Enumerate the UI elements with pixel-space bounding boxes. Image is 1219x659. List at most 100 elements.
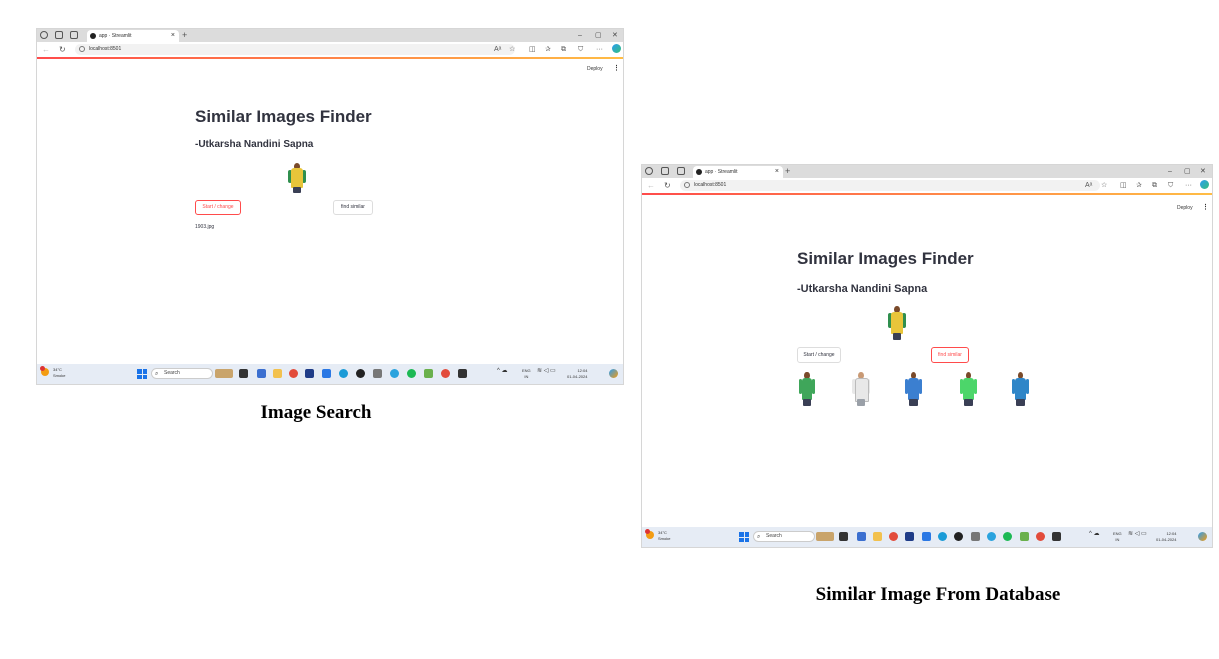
- extensions-icon[interactable]: ⛉: [578, 45, 583, 55]
- taskbar-app-icon[interactable]: [971, 532, 980, 541]
- tray-icons[interactable]: ^ ☁: [1089, 531, 1099, 537]
- windows-start-icon[interactable]: [739, 532, 749, 542]
- start-change-button[interactable]: Start / change: [195, 200, 241, 215]
- window-close-icon[interactable]: ✕: [1200, 165, 1206, 178]
- find-similar-button[interactable]: find similar: [931, 347, 969, 363]
- taskbar-search[interactable]: ⌕ Search: [151, 368, 213, 379]
- file-explorer-icon[interactable]: [873, 532, 882, 541]
- notification-icon[interactable]: [1198, 532, 1207, 541]
- spotify-icon[interactable]: [407, 369, 416, 378]
- taskbar-app-icon[interactable]: [356, 369, 365, 378]
- favorites-icon[interactable]: ✰: [545, 45, 551, 55]
- maximize-icon[interactable]: ▢: [1184, 165, 1191, 178]
- minimize-icon[interactable]: –: [578, 29, 582, 42]
- file-explorer-icon[interactable]: [273, 369, 282, 378]
- taskbar-app-icon[interactable]: [954, 532, 963, 541]
- tray-icons[interactable]: ^ ☁: [497, 368, 507, 374]
- taskbar-app-icon[interactable]: [257, 369, 266, 378]
- collections-icon[interactable]: ⧉: [1152, 181, 1157, 191]
- deploy-button[interactable]: Deploy: [1177, 205, 1193, 211]
- weather-icon[interactable]: [40, 366, 49, 376]
- more-icon[interactable]: ···: [596, 45, 603, 55]
- minimize-icon[interactable]: –: [1168, 165, 1172, 178]
- clock[interactable]: 12:04 01-04-2024: [1156, 531, 1176, 543]
- find-similar-button[interactable]: find similar: [333, 200, 373, 215]
- clock[interactable]: 12:04 01-04-2024: [567, 368, 587, 380]
- copilot-icon[interactable]: [1200, 180, 1209, 189]
- start-change-button[interactable]: Start / change: [797, 347, 841, 363]
- site-info-icon[interactable]: [684, 182, 690, 188]
- taskbar-search[interactable]: ⌕ Search: [753, 531, 815, 542]
- taskbar-app-icon[interactable]: [922, 532, 931, 541]
- main-menu-icon[interactable]: ⋮: [613, 64, 620, 72]
- taskbar-app-icon[interactable]: [816, 532, 834, 541]
- page-title: Similar Images Finder: [797, 249, 974, 268]
- wifi-volume-battery-icon[interactable]: ≋ ◁ ▭: [1128, 531, 1147, 537]
- taskbar-app-icon[interactable]: [905, 532, 914, 541]
- favorites-icon[interactable]: ✰: [1136, 181, 1142, 191]
- taskbar-app-icon[interactable]: [1020, 532, 1029, 541]
- language-indicator[interactable]: ENG IN: [1113, 531, 1122, 543]
- wifi-volume-battery-icon[interactable]: ≋ ◁ ▭: [537, 368, 556, 374]
- taskbar-app-icon[interactable]: [239, 369, 248, 378]
- taskbar-app-icon[interactable]: [373, 369, 382, 378]
- new-tab-icon[interactable]: +: [785, 165, 790, 178]
- terminal-icon[interactable]: [1052, 532, 1061, 541]
- favorite-star-icon[interactable]: ☆: [1101, 181, 1107, 191]
- weather-widget[interactable]: 34°C Smoke: [53, 367, 65, 379]
- read-aloud-icon[interactable]: Aᵃ: [494, 45, 501, 55]
- window-close-icon[interactable]: ✕: [612, 29, 618, 42]
- split-screen-icon[interactable]: ◫: [529, 45, 536, 55]
- chrome-icon[interactable]: [889, 532, 898, 541]
- main-menu-icon[interactable]: ⋮: [1202, 203, 1209, 211]
- collections-icon[interactable]: ⧉: [561, 45, 566, 55]
- taskbar-app-icon[interactable]: [305, 369, 314, 378]
- tab-actions-icon[interactable]: [70, 31, 78, 39]
- edge-icon[interactable]: [938, 532, 947, 541]
- streamlit-header-stripe: [37, 57, 623, 59]
- browser-tab[interactable]: app · Streamlit ×: [87, 30, 179, 42]
- new-tab-icon[interactable]: +: [182, 29, 187, 42]
- workspaces-icon[interactable]: [55, 31, 63, 39]
- chrome-icon[interactable]: [1036, 532, 1045, 541]
- taskbar-app-icon[interactable]: [839, 532, 848, 541]
- taskbar-app-icon[interactable]: [215, 369, 233, 378]
- telegram-icon[interactable]: [987, 532, 996, 541]
- taskbar-app-icon[interactable]: [424, 369, 433, 378]
- workspaces-icon[interactable]: [661, 167, 669, 175]
- extensions-icon[interactable]: ⛉: [1168, 181, 1173, 191]
- edge-profile-icon[interactable]: [40, 31, 48, 39]
- deploy-button[interactable]: Deploy: [587, 66, 603, 72]
- site-info-icon[interactable]: [79, 46, 85, 52]
- back-icon[interactable]: ←: [647, 179, 655, 192]
- more-icon[interactable]: ···: [1185, 181, 1192, 191]
- split-screen-icon[interactable]: ◫: [1120, 181, 1127, 191]
- edge-profile-icon[interactable]: [645, 167, 653, 175]
- chrome-icon[interactable]: [289, 369, 298, 378]
- copilot-icon[interactable]: [612, 44, 621, 53]
- maximize-icon[interactable]: ▢: [595, 29, 602, 42]
- tab-close-icon[interactable]: ×: [775, 166, 779, 178]
- browser-tab[interactable]: app · Streamlit ×: [693, 166, 783, 178]
- tab-close-icon[interactable]: ×: [171, 30, 175, 42]
- terminal-icon[interactable]: [458, 369, 467, 378]
- edge-icon[interactable]: [339, 369, 348, 378]
- back-icon[interactable]: ←: [42, 43, 50, 56]
- weather-icon[interactable]: [645, 529, 654, 539]
- spotify-icon[interactable]: [1003, 532, 1012, 541]
- tab-actions-icon[interactable]: [677, 167, 685, 175]
- refresh-icon[interactable]: ↻: [664, 179, 671, 192]
- taskbar-app-icon[interactable]: [322, 369, 331, 378]
- telegram-icon[interactable]: [390, 369, 399, 378]
- chrome-icon[interactable]: [441, 369, 450, 378]
- taskbar-app-icon[interactable]: [857, 532, 866, 541]
- read-aloud-icon[interactable]: Aᵃ: [1085, 181, 1092, 191]
- language-indicator[interactable]: ENG IN: [522, 368, 531, 380]
- weather-widget[interactable]: 34°C Smoke: [658, 530, 670, 542]
- windows-start-icon[interactable]: [137, 369, 147, 379]
- refresh-icon[interactable]: ↻: [59, 43, 66, 56]
- notification-icon[interactable]: [609, 369, 618, 378]
- favorite-star-icon[interactable]: ☆: [509, 45, 515, 55]
- url-field[interactable]: localhost:8501: [75, 44, 515, 55]
- url-field[interactable]: localhost:8501: [680, 180, 1100, 191]
